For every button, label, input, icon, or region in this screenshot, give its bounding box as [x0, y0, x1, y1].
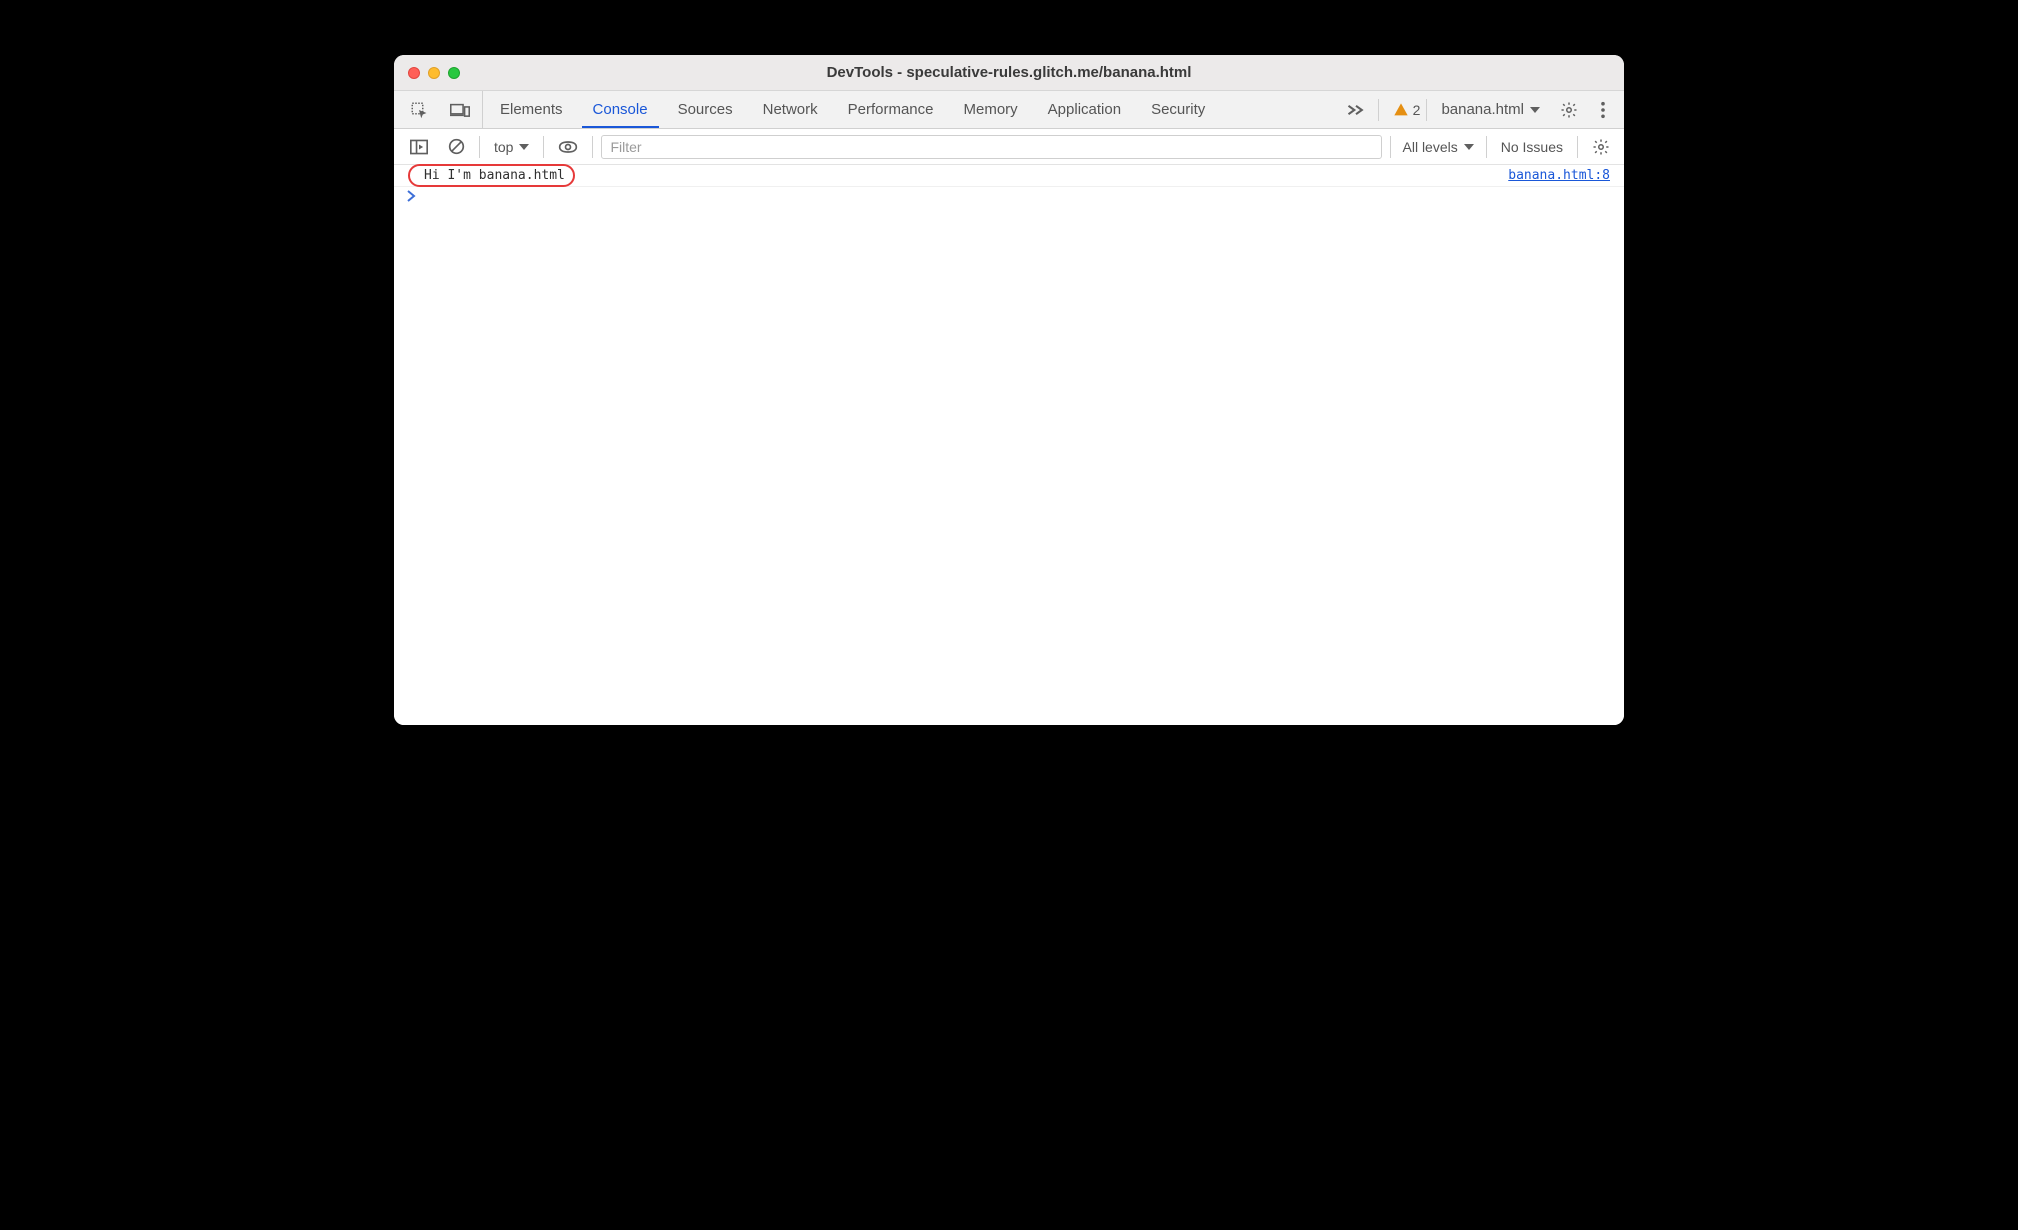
target-label: banana.html	[1441, 101, 1524, 118]
tab-network[interactable]: Network	[748, 91, 833, 128]
separator	[1426, 99, 1427, 121]
window-title: DevTools - speculative-rules.glitch.me/b…	[394, 64, 1624, 81]
kebab-menu-icon[interactable]	[1590, 97, 1616, 123]
more-tabs-icon[interactable]	[1340, 98, 1372, 122]
levels-label: All levels	[1403, 139, 1458, 155]
clear-console-icon[interactable]	[442, 134, 471, 159]
tab-sources[interactable]: Sources	[663, 91, 748, 128]
separator	[543, 136, 544, 158]
tab-label: Security	[1151, 101, 1205, 118]
console-prompt[interactable]	[394, 187, 1624, 209]
device-toolbar-icon[interactable]	[444, 97, 476, 123]
titlebar: DevTools - speculative-rules.glitch.me/b…	[394, 55, 1624, 91]
context-label: top	[494, 139, 513, 155]
tab-label: Performance	[848, 101, 934, 118]
window-zoom-button[interactable]	[448, 67, 460, 79]
execution-context-selector[interactable]: top	[488, 137, 535, 157]
console-source-link[interactable]: banana.html:8	[1508, 168, 1610, 183]
tab-performance[interactable]: Performance	[833, 91, 949, 128]
traffic-lights	[394, 67, 460, 79]
tab-console[interactable]: Console	[578, 91, 663, 128]
tabs-bar: Elements Console Sources Network Perform…	[394, 91, 1624, 129]
window-minimize-button[interactable]	[428, 67, 440, 79]
issues-button[interactable]: No Issues	[1495, 139, 1569, 155]
warnings-count-value: 2	[1413, 102, 1421, 118]
console-log-message: Hi I'm banana.html	[424, 168, 565, 183]
live-expression-icon[interactable]	[552, 135, 584, 159]
tab-label: Network	[763, 101, 818, 118]
separator	[592, 136, 593, 158]
tab-label: Application	[1048, 101, 1121, 118]
separator	[1577, 136, 1578, 158]
separator	[1390, 136, 1391, 158]
filter-input[interactable]	[601, 135, 1381, 159]
console-settings-gear-icon[interactable]	[1586, 134, 1616, 160]
devtools-window: DevTools - speculative-rules.glitch.me/b…	[394, 55, 1624, 725]
console-toolbar: top All levels No Issues	[394, 129, 1624, 165]
console-log-row[interactable]: Hi I'm banana.html banana.html:8	[394, 165, 1624, 187]
settings-gear-icon[interactable]	[1554, 97, 1584, 123]
log-levels-selector[interactable]: All levels	[1399, 139, 1478, 155]
tab-label: Sources	[678, 101, 733, 118]
tab-application[interactable]: Application	[1033, 91, 1136, 128]
separator	[1486, 136, 1487, 158]
console-output: Hi I'm banana.html banana.html:8	[394, 165, 1624, 725]
separator	[479, 136, 480, 158]
chevron-right-icon	[406, 190, 416, 202]
tab-label: Console	[593, 101, 648, 118]
chevron-down-icon	[1530, 105, 1540, 115]
window-close-button[interactable]	[408, 67, 420, 79]
chevron-down-icon	[519, 142, 529, 152]
tab-label: Memory	[964, 101, 1018, 118]
tab-memory[interactable]: Memory	[949, 91, 1033, 128]
tab-security[interactable]: Security	[1136, 91, 1220, 128]
toggle-sidebar-icon[interactable]	[404, 135, 434, 159]
issues-label: No Issues	[1501, 139, 1563, 155]
tab-elements[interactable]: Elements	[485, 91, 578, 128]
separator	[1378, 99, 1379, 121]
chevron-down-icon	[1464, 142, 1474, 152]
warnings-count[interactable]: 2	[1385, 102, 1421, 118]
target-selector[interactable]: banana.html	[1433, 101, 1548, 118]
tab-label: Elements	[500, 101, 563, 118]
inspect-element-icon[interactable]	[404, 97, 434, 123]
